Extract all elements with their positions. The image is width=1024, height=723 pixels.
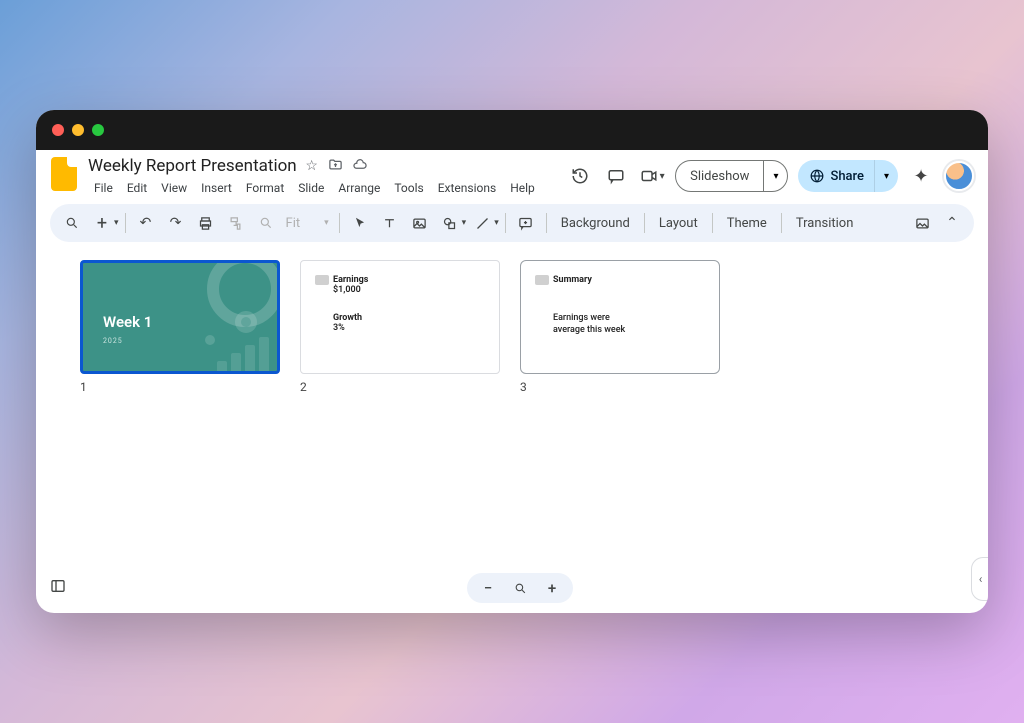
- chevron-down-icon[interactable]: ▾: [114, 218, 119, 228]
- collapse-toolbar-icon[interactable]: ⌃: [938, 209, 966, 237]
- slide-2-value-2: 3%: [333, 323, 485, 333]
- slide-number: 2: [300, 380, 500, 394]
- shape-icon[interactable]: [436, 209, 464, 237]
- cloud-status-icon[interactable]: [351, 157, 369, 176]
- fullscreen-window-button[interactable]: [92, 124, 104, 136]
- slide-tag-icon: [535, 275, 549, 285]
- slide-cell-2: Earnings $1,000 Growth 3% 2: [300, 260, 500, 394]
- slide-cell-1: Week 1 2025 1: [80, 260, 280, 394]
- paint-format-icon: [222, 209, 250, 237]
- theme-button[interactable]: Theme: [719, 209, 775, 237]
- slide-tag-icon: [315, 275, 329, 285]
- menu-format[interactable]: Format: [240, 178, 290, 198]
- gemini-icon[interactable]: ✦: [908, 163, 934, 189]
- share-options-button[interactable]: ▾: [874, 160, 898, 192]
- zoom-fit-dropdown: Fit ▾: [282, 216, 333, 231]
- menubar: File Edit View Insert Format Slide Arran…: [88, 178, 557, 198]
- menu-arrange[interactable]: Arrange: [332, 178, 386, 198]
- slide-thumbnail-3[interactable]: Summary Earnings were average this week: [520, 260, 720, 374]
- slide-cell-3: Summary Earnings were average this week …: [520, 260, 720, 394]
- menu-help[interactable]: Help: [504, 178, 541, 198]
- share-label: Share: [830, 169, 864, 184]
- title-block: Weekly Report Presentation ☆ File Edit V…: [88, 156, 557, 198]
- menu-insert[interactable]: Insert: [195, 178, 238, 198]
- menu-tools[interactable]: Tools: [388, 178, 429, 198]
- move-folder-icon[interactable]: [327, 157, 345, 176]
- zoom-reset-button[interactable]: [509, 577, 531, 599]
- slide-1-subtitle: 2025: [103, 337, 123, 345]
- background-button[interactable]: Background: [553, 209, 638, 237]
- share-button[interactable]: Share: [798, 169, 874, 184]
- menu-edit[interactable]: Edit: [121, 178, 153, 198]
- chevron-down-icon[interactable]: ▾: [494, 218, 499, 228]
- menu-slide[interactable]: Slide: [292, 178, 330, 198]
- menu-file[interactable]: File: [88, 178, 119, 198]
- select-tool-icon[interactable]: [346, 209, 374, 237]
- slide-3-body: Earnings were average this week: [553, 313, 705, 336]
- macos-titlebar: [36, 110, 988, 150]
- menu-extensions[interactable]: Extensions: [432, 178, 502, 198]
- share-button-group: Share ▾: [798, 160, 898, 192]
- slideshow-button-group: Slideshow ▾: [675, 160, 788, 192]
- close-window-button[interactable]: [52, 124, 64, 136]
- textbox-icon[interactable]: [376, 209, 404, 237]
- search-menu-icon[interactable]: [58, 209, 86, 237]
- globe-icon: [810, 169, 824, 183]
- slides-logo[interactable]: [50, 156, 78, 192]
- zoom-in-button[interactable]: +: [541, 577, 563, 599]
- zoom-fit-label: Fit: [286, 216, 301, 231]
- menu-view[interactable]: View: [155, 178, 193, 198]
- comments-icon[interactable]: [603, 163, 629, 189]
- print-icon[interactable]: [192, 209, 220, 237]
- side-panel-toggle[interactable]: ‹: [971, 557, 988, 601]
- footer: − +: [36, 573, 988, 603]
- slide-thumbnail-2[interactable]: Earnings $1,000 Growth 3%: [300, 260, 500, 374]
- slideshow-options-button[interactable]: ▾: [763, 161, 787, 191]
- slideshow-button[interactable]: Slideshow: [676, 161, 763, 191]
- new-slide-button[interactable]: +: [88, 209, 116, 237]
- slide-2-heading-1: Earnings: [333, 275, 485, 285]
- slide-1-title: Week 1: [103, 313, 152, 331]
- slide-2-value-1: $1,000: [333, 285, 485, 295]
- slide-3-heading: Summary: [553, 275, 705, 285]
- transition-button[interactable]: Transition: [788, 209, 862, 237]
- minimize-window-button[interactable]: [72, 124, 84, 136]
- chevron-down-icon[interactable]: ▾: [462, 218, 467, 228]
- history-icon[interactable]: [567, 163, 593, 189]
- star-icon[interactable]: ☆: [303, 158, 321, 174]
- traffic-lights: [52, 124, 104, 136]
- slide-number: 1: [80, 380, 280, 394]
- slide-2-heading-2: Growth: [333, 313, 485, 323]
- line-icon[interactable]: [468, 209, 496, 237]
- zoom-controls: − +: [467, 573, 573, 603]
- explore-icon[interactable]: [50, 578, 66, 598]
- slide-grid: Week 1 2025 1 Earnings $1,000 Growth 3% …: [36, 242, 988, 412]
- zoom-icon: [252, 209, 280, 237]
- image-icon[interactable]: [406, 209, 434, 237]
- zoom-out-button[interactable]: −: [477, 577, 499, 599]
- app-header: Weekly Report Presentation ☆ File Edit V…: [36, 150, 988, 198]
- undo-icon[interactable]: ↶: [132, 209, 160, 237]
- toolbar: + ▾ ↶ ↷ Fit ▾ ▾ ▾ Background Layout Them…: [50, 204, 974, 242]
- slide-number: 3: [520, 380, 720, 394]
- layout-button[interactable]: Layout: [651, 209, 706, 237]
- meet-icon[interactable]: ▾: [639, 163, 665, 189]
- comment-add-icon[interactable]: [512, 209, 540, 237]
- insert-image-icon[interactable]: [908, 209, 936, 237]
- redo-icon[interactable]: ↷: [162, 209, 190, 237]
- header-actions: ▾ Slideshow ▾ Share ▾ ✦: [567, 156, 974, 192]
- chevron-down-icon: ▾: [660, 171, 665, 182]
- slide-thumbnail-1[interactable]: Week 1 2025: [80, 260, 280, 374]
- document-title[interactable]: Weekly Report Presentation: [88, 156, 297, 176]
- account-avatar[interactable]: [944, 161, 974, 191]
- app-window: Weekly Report Presentation ☆ File Edit V…: [36, 110, 988, 613]
